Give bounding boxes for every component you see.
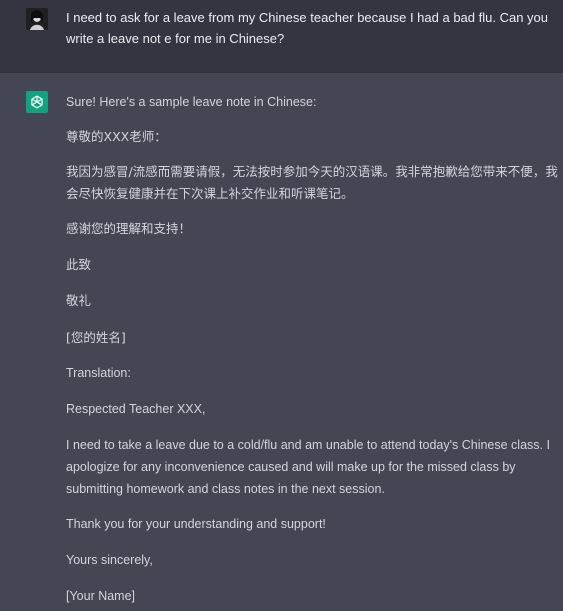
translation-heading: Translation: [66,366,131,380]
intro-paragraph: Sure! Here's a sample leave note in Chin… [66,95,317,109]
english-thanks: Thank you for your understanding and sup… [66,517,326,531]
user-message-text: I need to ask for a leave from my Chines… [66,10,549,46]
english-signature: [Your Name] [66,589,136,603]
assistant-message-row: Sure! Here's a sample leave note in Chin… [0,73,563,611]
english-closing: Yours sincerely, [66,553,153,567]
chinese-thanks: 感谢您的理解和支持！ [66,221,192,236]
chinese-closing-1: 此致 [66,257,92,272]
english-body: I need to take a leave due to a cold/flu… [66,438,550,496]
english-salutation: Respected Teacher XXX, [66,402,206,416]
openai-logo-icon [26,91,48,113]
user-message-row: I need to ask for a leave from my Chines… [0,0,563,73]
user-avatar-icon [26,8,48,30]
chinese-salutation: 尊敬的XXX老师： [66,129,167,144]
chinese-closing-2: 敬礼 [66,293,92,308]
chinese-body: 我因为感冒/流感而需要请假，无法按时参加今天的汉语课。我非常抱歉给您带来不便，我… [66,164,558,201]
chinese-signature: [您的姓名] [66,330,126,345]
